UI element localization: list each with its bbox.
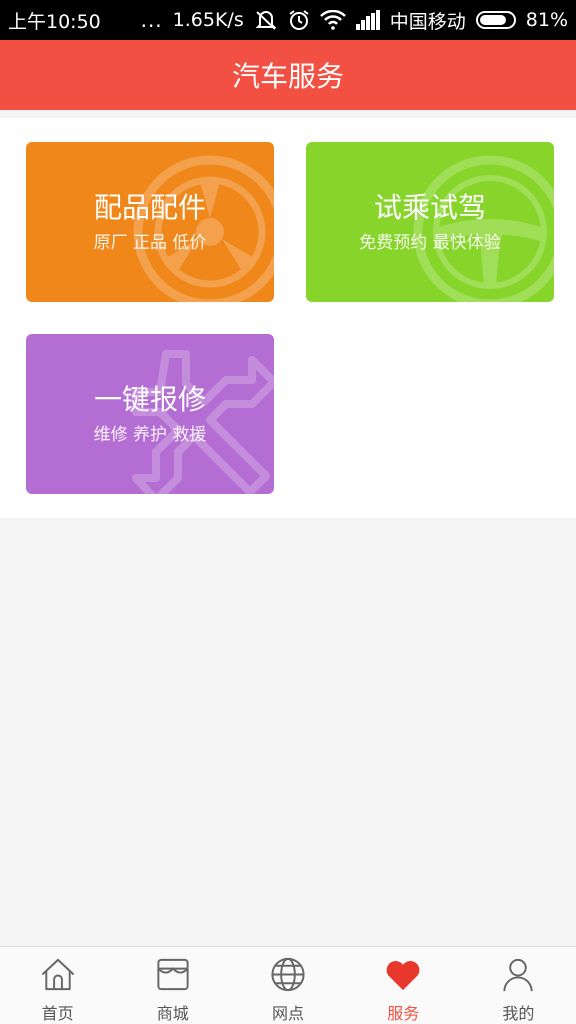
tab-label: 商城 — [156, 1004, 189, 1023]
signal-icon — [355, 10, 380, 30]
heart-icon — [386, 961, 420, 991]
service-title: 一键报修 — [93, 383, 206, 416]
battery-icon — [475, 11, 516, 29]
service-card-test-drive[interactable]: 试乘试驾 免费预约 最快体验 — [306, 142, 554, 302]
alarm-icon — [288, 9, 310, 31]
wifi-icon — [319, 10, 346, 30]
tab-label: 我的 — [502, 1004, 535, 1023]
tab-service[interactable]: 服务 — [346, 947, 461, 1024]
network-speed: 1.65K/s — [172, 9, 244, 31]
tab-mine[interactable]: 我的 — [461, 947, 576, 1024]
home-icon — [41, 958, 74, 991]
services-panel: 配品配件 原厂 正品 低价 试乘试驾 免费预约 最快体验 一键报修 维修 养护 … — [0, 118, 576, 518]
service-card-repair[interactable]: 一键报修 维修 养护 救援 — [26, 334, 274, 494]
tab-label: 首页 — [41, 1004, 74, 1023]
title-bar: 汽车服务 — [0, 40, 576, 110]
tab-label: 网点 — [272, 1004, 305, 1023]
wheel-icon — [133, 155, 274, 302]
service-title: 配品配件 — [93, 191, 206, 224]
tab-store[interactable]: 商城 — [115, 947, 230, 1024]
service-title: 试乘试驾 — [373, 191, 486, 224]
status-dots: ... — [140, 8, 163, 32]
tab-label: 服务 — [387, 1004, 420, 1023]
globe-icon — [271, 957, 305, 992]
status-right: ... 1.65K/s 中国移动 81% — [141, 7, 568, 34]
tab-outlets[interactable]: 网点 — [230, 947, 345, 1024]
status-bar: 上午10:50 ... 1.65K/s 中国移动 81% — [0, 0, 576, 40]
status-time: 上午10:50 — [8, 10, 101, 33]
service-card-parts[interactable]: 配品配件 原厂 正品 低价 — [26, 142, 274, 302]
mute-icon — [254, 9, 278, 31]
service-subtitle: 免费预约 最快体验 — [359, 233, 501, 253]
user-icon — [503, 958, 534, 992]
steering-wheel-icon — [413, 155, 554, 302]
page-title: 汽车服务 — [231, 60, 344, 93]
wrench-icon — [132, 350, 274, 494]
battery-percent: 81% — [525, 9, 568, 31]
store-icon — [157, 958, 189, 991]
tab-home[interactable]: 首页 — [0, 947, 115, 1024]
bottom-tab-bar: 首页 商城 网点 服务 我的 — [0, 946, 576, 1024]
carrier-name: 中国移动 — [389, 10, 466, 33]
service-subtitle: 维修 养护 救援 — [93, 425, 207, 445]
service-subtitle: 原厂 正品 低价 — [93, 233, 207, 253]
battery-fill — [479, 15, 506, 25]
